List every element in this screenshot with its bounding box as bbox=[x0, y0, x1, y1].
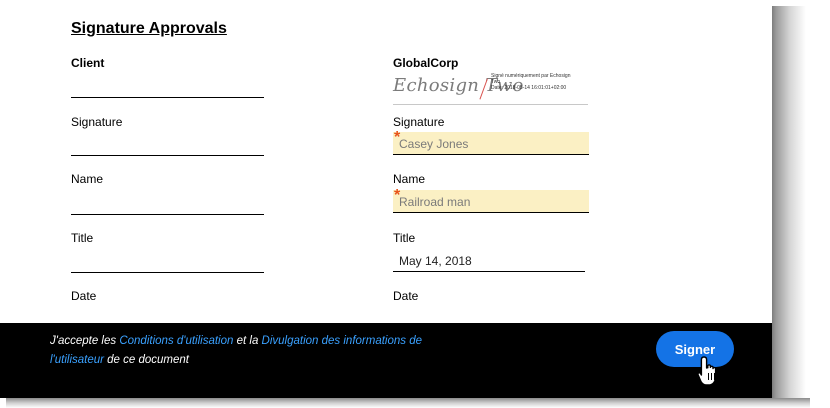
title-input-field[interactable]: * Railroad man bbox=[393, 187, 589, 213]
document-page: Signature Approvals Client Signature Nam… bbox=[0, 0, 772, 323]
globalcorp-title-label: Title bbox=[393, 231, 416, 245]
client-title-label: Title bbox=[71, 231, 94, 245]
date-field-value: May 14, 2018 bbox=[399, 254, 472, 268]
stamp-line: Date: 2018-05-14 16:01:01+02:00 bbox=[491, 85, 567, 91]
footer-bar: J'accepte les Conditions d'utilisation e… bbox=[0, 323, 772, 398]
window-shadow bbox=[772, 6, 810, 404]
name-field-value: Casey Jones bbox=[399, 137, 469, 151]
globalcorp-column-title: GlobalCorp bbox=[393, 56, 459, 70]
electronic-signature-block: Echosign Two Signé numériquement par Ech… bbox=[393, 71, 588, 105]
user-disclosure-link[interactable]: Divulgation des informations de bbox=[262, 335, 422, 347]
client-name-label: Name bbox=[71, 172, 104, 186]
title-field-value: Railroad man bbox=[399, 195, 471, 209]
client-column-title: Client bbox=[71, 56, 105, 70]
globalcorp-signature-label: Signature bbox=[393, 115, 445, 129]
client-date-line bbox=[71, 272, 264, 273]
sign-button[interactable]: Signer bbox=[656, 331, 734, 367]
globalcorp-date-label: Date bbox=[393, 289, 419, 303]
date-field: May 14, 2018 bbox=[393, 249, 585, 272]
section-heading: Signature Approvals bbox=[71, 20, 227, 37]
window-shadow-bottom bbox=[6, 398, 810, 408]
hand-pointer-icon bbox=[697, 356, 717, 386]
consent-suffix: de ce document bbox=[103, 354, 189, 366]
consent-middle: et la bbox=[233, 335, 262, 347]
terms-of-use-link[interactable]: Conditions d'utilisation bbox=[119, 335, 233, 347]
client-date-label: Date bbox=[71, 289, 97, 303]
client-title-line bbox=[71, 214, 264, 215]
client-signature-label: Signature bbox=[71, 115, 123, 129]
consent-text: J'accepte les Conditions d'utilisation e… bbox=[50, 332, 450, 370]
client-signature-line bbox=[71, 97, 264, 98]
name-input-field[interactable]: * Casey Jones bbox=[393, 129, 589, 155]
client-name-line bbox=[71, 155, 264, 156]
signature-stamp: Signé numériquement par Echosign Two Dat… bbox=[491, 73, 587, 91]
user-disclosure-link-continued[interactable]: l'utilisateur bbox=[50, 354, 104, 366]
globalcorp-name-label: Name bbox=[393, 172, 426, 186]
consent-prefix: J'accepte les bbox=[50, 335, 120, 347]
